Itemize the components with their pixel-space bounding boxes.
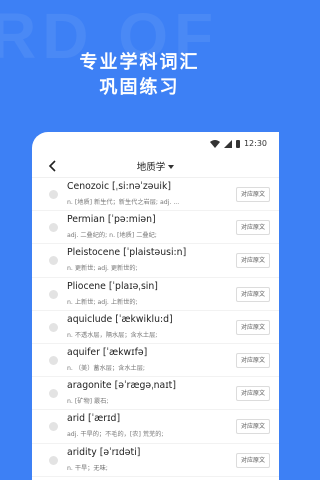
- word-definition: adj. 干旱的；不毛的，[农] 荒芜的;: [67, 431, 164, 439]
- word-headword: Cenozoic [ˌsi:nəˈzəuik]: [67, 181, 172, 192]
- source-text-button[interactable]: 对应原文: [235, 352, 270, 368]
- status-time: 12:30: [243, 139, 267, 148]
- word-definition: n. 不透水层，隔水层；含水土层;: [67, 331, 158, 339]
- promo-headline: 专业学科词汇 巩固练习: [0, 50, 279, 100]
- word-headword: aridity [əˈrɪdəti]: [67, 446, 141, 458]
- select-radio[interactable]: [49, 389, 58, 399]
- source-text-button[interactable]: 对应原文: [235, 286, 270, 302]
- source-text-button[interactable]: 对应原文: [235, 187, 270, 202]
- source-text-button[interactable]: 对应原文: [235, 220, 270, 236]
- list-item[interactable]: Pliocene [ˈplaɪəˌsin] n. 上新世; adj. 上新世的;…: [32, 278, 279, 311]
- select-radio[interactable]: [49, 190, 58, 199]
- source-text-button[interactable]: 对应原文: [235, 419, 270, 435]
- list-item[interactable]: aragonite [əˈrægəˌnaɪt] n. [矿物] 霰石; 对应原文: [32, 377, 279, 411]
- caret-down-icon: [168, 165, 175, 169]
- word-definition: n. 上新世; adj. 上新世的;: [67, 298, 138, 306]
- word-headword: arid [ˈærɪd]: [67, 413, 121, 425]
- word-headword: Pleistocene [ˈplaistəusi:n]: [67, 247, 187, 259]
- select-radio[interactable]: [49, 455, 58, 465]
- subject-title: 地质学: [136, 162, 166, 173]
- word-definition: n. [地质] 新生代；新生代之岩层; adj. ...: [67, 199, 180, 206]
- promo-line-2: 巩固练习: [99, 77, 180, 98]
- select-radio[interactable]: [49, 355, 58, 365]
- word-headword: aquiclude [ˈækwiklu:d]: [67, 313, 173, 325]
- word-headword: Permian [ˈpə:miən]: [67, 214, 156, 226]
- list-item[interactable]: aquifer [ˈækwɪfə] n. （美）蓄水层；含水土层; 对应原文: [32, 344, 279, 378]
- select-radio[interactable]: [49, 322, 58, 332]
- status-bar: 12:30: [32, 132, 279, 156]
- source-text-button[interactable]: 对应原文: [235, 319, 270, 335]
- list-item[interactable]: Cenozoic [ˌsi:nəˈzəuik] n. [地质] 新生代；新生代之…: [32, 178, 279, 212]
- battery-icon: [235, 139, 240, 148]
- phone-screen: 12:30 地质学 Cenozoic [ˌsi:nəˈzəuik] n. [地质…: [32, 132, 279, 480]
- select-radio[interactable]: [49, 256, 58, 266]
- list-item[interactable]: arid [ˈærɪd] adj. 干旱的；不毛的，[农] 荒芜的; 对应原文: [32, 410, 279, 444]
- word-list: Cenozoic [ˌsi:nəˈzəuik] n. [地质] 新生代；新生代之…: [32, 178, 279, 477]
- word-definition: n. 干旱；无味;: [67, 464, 108, 472]
- select-radio[interactable]: [49, 289, 58, 299]
- word-headword: aragonite [əˈrægəˌnaɪt]: [67, 380, 176, 392]
- source-text-button[interactable]: 对应原文: [235, 452, 270, 468]
- source-text-button[interactable]: 对应原文: [235, 253, 270, 269]
- nav-bar: 地质学: [32, 156, 279, 178]
- subject-dropdown[interactable]: 地质学: [32, 159, 279, 173]
- word-definition: n. 更新世; adj. 更新世的;: [67, 265, 138, 273]
- list-item[interactable]: aquiclude [ˈækwiklu:d] n. 不透水层，隔水层；含水土层;…: [32, 311, 279, 344]
- select-radio[interactable]: [49, 422, 58, 432]
- signal-icon: [223, 139, 232, 148]
- source-text-button[interactable]: 对应原文: [235, 386, 270, 402]
- word-definition: n. [矿物] 霰石;: [67, 398, 109, 406]
- select-radio[interactable]: [49, 223, 58, 233]
- list-item[interactable]: aridity [əˈrɪdəti] n. 干旱；无味; 对应原文: [32, 444, 279, 477]
- list-item[interactable]: Pleistocene [ˈplaistəusi:n] n. 更新世; adj.…: [32, 244, 279, 278]
- word-definition: adj. 二叠纪的; n. [地质] 二叠纪;: [67, 232, 157, 240]
- list-item[interactable]: Permian [ˈpə:miən] adj. 二叠纪的; n. [地质] 二叠…: [32, 211, 279, 245]
- word-headword: aquifer [ˈækwɪfə]: [67, 346, 148, 358]
- word-definition: n. （美）蓄水层；含水土层;: [67, 364, 146, 372]
- word-headword: Pliocene [ˈplaɪəˌsin]: [67, 280, 158, 292]
- wifi-icon: [209, 139, 220, 148]
- promo-line-1: 专业学科词汇: [79, 52, 200, 73]
